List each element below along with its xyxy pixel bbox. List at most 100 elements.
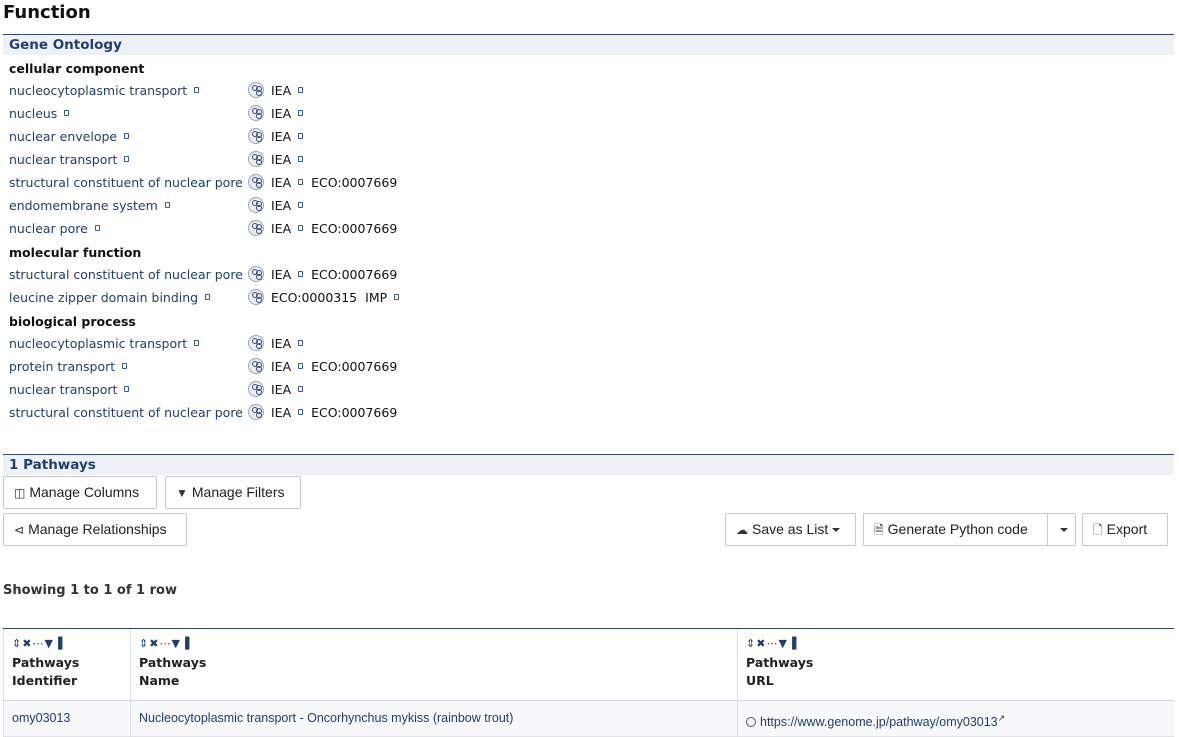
go-term-link[interactable]: nucleocytoplasmic transport xyxy=(9,79,200,102)
go-term-link[interactable]: structural constituent of nuclear pore xyxy=(9,263,255,286)
external-link-icon[interactable] xyxy=(298,133,304,139)
go-term-label: nucleus xyxy=(9,106,58,121)
go-term-row: nucleocytoplasmic transport IEA xyxy=(9,332,709,355)
ontology-ribbon-icon[interactable] xyxy=(248,289,264,305)
external-link-icon[interactable] xyxy=(298,202,304,208)
go-term-link[interactable]: structural constituent of nuclear pore xyxy=(9,401,255,424)
go-evidence: IEA ECO:0007669 xyxy=(248,355,397,378)
ontology-ribbon-icon[interactable] xyxy=(248,105,264,121)
table-cell-identifier[interactable]: omy03013 xyxy=(3,701,130,737)
external-link-icon[interactable] xyxy=(298,386,304,392)
evidence-code: IEA xyxy=(271,336,292,351)
external-link-icon[interactable] xyxy=(298,87,304,93)
external-link-icon[interactable] xyxy=(298,409,304,415)
go-term-row: nuclear transport IEA xyxy=(9,148,709,171)
manage-relationships-button[interactable]: ⊲ Manage Relationships xyxy=(3,513,187,546)
external-link-icon[interactable] xyxy=(394,294,400,300)
go-term-link[interactable]: nuclear envelope xyxy=(9,125,130,148)
external-link-icon[interactable]: ↗ xyxy=(998,713,1006,723)
go-term-link[interactable]: structural constituent of nuclear pore xyxy=(9,171,255,194)
manage-filters-button[interactable]: ▼ Manage Filters xyxy=(165,476,301,509)
export-file-icon: 🗋 xyxy=(1093,523,1103,537)
column-subtitle: URL xyxy=(746,673,774,688)
manage-columns-button[interactable]: ◫ Manage Columns xyxy=(3,476,157,509)
remove-icon[interactable]: ✖ xyxy=(756,637,766,650)
evidence-code: IEA xyxy=(271,175,292,190)
filter-icon[interactable]: ▼ xyxy=(171,637,180,650)
go-term-link[interactable]: nucleus xyxy=(9,102,70,125)
remove-icon[interactable]: ✖ xyxy=(22,637,32,650)
external-link-icon[interactable] xyxy=(298,340,304,346)
column-subtitle: Identifier xyxy=(12,673,78,688)
sort-icon[interactable]: ⇕ xyxy=(12,637,22,650)
external-link-icon[interactable] xyxy=(124,386,130,392)
summary-icon[interactable]: ⋯ xyxy=(32,637,44,650)
go-term-label: protein transport xyxy=(9,359,116,374)
external-link-icon[interactable] xyxy=(205,294,211,300)
go-term-link[interactable]: endomembrane system xyxy=(9,194,170,217)
remove-icon[interactable]: ✖ xyxy=(149,637,159,650)
ontology-ribbon-icon[interactable] xyxy=(248,358,264,374)
external-link-icon[interactable] xyxy=(64,110,70,116)
go-term-link[interactable]: nucleocytoplasmic transport xyxy=(9,332,200,355)
external-link-icon[interactable] xyxy=(124,156,130,162)
external-link-icon[interactable] xyxy=(298,363,304,369)
sort-icon[interactable]: ⇕ xyxy=(139,637,149,650)
external-link-icon[interactable] xyxy=(298,179,304,185)
go-term-label: endomembrane system xyxy=(9,198,158,213)
external-link-icon[interactable] xyxy=(298,156,304,162)
ontology-ribbon-icon[interactable] xyxy=(248,381,264,397)
summary-icon[interactable]: ⋯ xyxy=(766,637,778,650)
external-link-icon[interactable] xyxy=(194,340,200,346)
go-term-link[interactable]: leucine zipper domain binding xyxy=(9,286,211,309)
ontology-ribbon-icon[interactable] xyxy=(248,82,264,98)
eco-code: ECO:0007669 xyxy=(311,405,398,420)
chart-icon[interactable]: ▐ xyxy=(788,637,797,650)
external-link-icon[interactable] xyxy=(164,202,170,208)
column-title: Pathways xyxy=(139,655,207,670)
external-link-icon[interactable] xyxy=(94,225,100,231)
ontology-ribbon-icon[interactable] xyxy=(248,335,264,351)
pathways-header: 1 Pathways xyxy=(3,454,1174,475)
gene-ontology-header: Gene Ontology xyxy=(3,34,1174,55)
chevron-down-icon xyxy=(1059,528,1068,532)
external-link-icon[interactable] xyxy=(298,225,304,231)
external-link-icon[interactable] xyxy=(124,133,130,139)
go-term-row: nuclear transport IEA xyxy=(9,378,709,401)
table-cell-name[interactable]: Nucleocytoplasmic transport - Oncorhynch… xyxy=(130,701,737,737)
external-link-icon[interactable] xyxy=(298,110,304,116)
ontology-ribbon-icon[interactable] xyxy=(248,174,264,190)
ontology-ribbon-icon[interactable] xyxy=(248,128,264,144)
go-term-link[interactable]: protein transport xyxy=(9,355,128,378)
go-evidence: IEA xyxy=(248,194,304,217)
filter-icon[interactable]: ▼ xyxy=(778,637,787,650)
export-button[interactable]: 🗋 Export xyxy=(1082,513,1168,546)
ontology-ribbon-icon[interactable] xyxy=(248,197,264,213)
external-link-icon[interactable] xyxy=(194,87,200,93)
go-evidence: IEA ECO:0007669 xyxy=(248,217,397,240)
go-term-label: nuclear pore xyxy=(9,221,88,236)
ontology-ribbon-icon[interactable] xyxy=(248,404,264,420)
ontology-ribbon-icon[interactable] xyxy=(248,266,264,282)
ontology-ribbon-icon[interactable] xyxy=(248,220,264,236)
go-term-label: nucleocytoplasmic transport xyxy=(9,336,188,351)
row-count: Showing 1 to 1 of 1 row xyxy=(3,583,177,598)
table-cell-url[interactable]: https://www.genome.jp/pathway/omy03013↗ xyxy=(737,701,1174,737)
eco-code: ECO:0007669 xyxy=(311,359,398,374)
code-language-dropdown[interactable] xyxy=(1047,513,1076,546)
chart-icon[interactable]: ▐ xyxy=(54,637,63,650)
go-term-link[interactable]: nuclear pore xyxy=(9,217,100,240)
filter-icon[interactable]: ▼ xyxy=(44,637,53,650)
ontology-ribbon-icon[interactable] xyxy=(248,151,264,167)
go-evidence: IEA xyxy=(248,148,304,171)
save-as-list-button[interactable]: ☁ Save as List xyxy=(725,513,856,546)
sort-icon[interactable]: ⇕ xyxy=(746,637,756,650)
external-link-icon[interactable] xyxy=(298,271,304,277)
external-link-icon[interactable] xyxy=(122,363,128,369)
go-term-link[interactable]: nuclear transport xyxy=(9,148,130,171)
summary-icon[interactable]: ⋯ xyxy=(159,637,171,650)
go-term-link[interactable]: nuclear transport xyxy=(9,378,130,401)
evidence-code: IEA xyxy=(271,106,292,121)
generate-python-code-button[interactable]: 🗎 Generate Python code xyxy=(863,513,1048,546)
chart-icon[interactable]: ▐ xyxy=(181,637,190,650)
